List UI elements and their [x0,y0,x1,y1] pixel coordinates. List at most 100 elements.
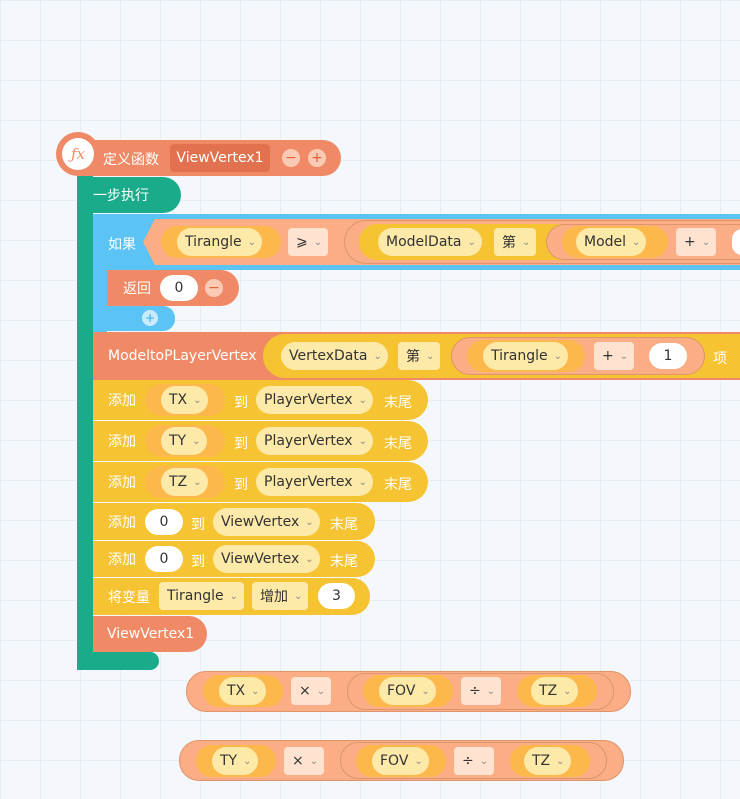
tirangle-variable-dropdown[interactable]: Tirangle ⌄ [177,228,262,256]
call-tirangle-dropdown[interactable]: Tirangle ⌄ [483,342,568,370]
call-function-name: ModeltoPLayerVertex [108,348,257,364]
step-block-spine [77,176,93,670]
add-label: 添加 [108,552,136,568]
tz-variable-dropdown[interactable]: TZ ⌄ [161,468,208,496]
chevron-down-icon: ⌄ [556,755,565,767]
chevron-down-icon: ⌄ [563,685,572,697]
return-value-input[interactable]: 0 [160,275,198,301]
fov-dropdown[interactable]: FOV ⌄ [372,747,429,775]
modeldata-list-dropdown[interactable]: ModelData ⌄ [378,228,482,256]
chevron-down-icon: ⌄ [309,755,319,767]
chevron-down-icon: ⌄ [421,685,430,697]
if-block-label: 如果 [108,237,136,253]
divide-operator-dropdown[interactable]: ÷ ⌄ [461,677,502,705]
add-label: 添加 [108,475,136,491]
plus-operator-dropdown[interactable]: + ⌄ [676,228,717,256]
return-remove-button[interactable]: − [205,279,223,297]
remove-param-button[interactable]: − [282,149,300,167]
model-variable-dropdown[interactable]: Model ⌄ [576,228,647,256]
divide-operator-dropdown[interactable]: ÷ ⌄ [454,747,495,775]
chevron-down-icon: ⌄ [193,476,202,488]
chevron-down-icon: ⌄ [229,590,238,602]
chevron-down-icon: ⌄ [305,553,314,565]
chevron-down-icon: ⌄ [414,755,423,767]
value-input[interactable]: 0 [145,509,183,535]
end-label: 末尾 [330,554,358,570]
multiply-operator-dropdown[interactable]: × ⌄ [284,747,325,775]
tz-dropdown[interactable]: TZ ⌄ [531,677,578,705]
function-name: ViewVertex1 [176,150,264,166]
if-block-foot [93,306,175,331]
chevron-down-icon: ⌄ [373,350,382,362]
ty-variable-dropdown[interactable]: TY ⌄ [161,427,207,455]
chevron-down-icon: ⌄ [358,476,367,488]
ty-dropdown[interactable]: TY ⌄ [212,747,258,775]
chevron-down-icon: ⌄ [553,350,562,362]
list-dropdown[interactable]: PlayerVertex ⌄ [256,386,373,414]
value-input[interactable]: 0 [145,546,183,572]
call-nth-dropdown[interactable]: 第 ⌄ [398,342,441,370]
to-label: 到 [234,477,248,493]
change-value-input[interactable]: 3 [318,583,355,609]
chevron-down-icon: ⌄ [193,394,202,406]
list-dropdown[interactable]: PlayerVertex ⌄ [256,468,373,496]
to-label: 到 [234,436,248,452]
step-block-label: 一步执行 [93,188,149,204]
to-label: 到 [191,554,205,570]
call-viewvertex-block[interactable]: ViewVertex1 [93,616,207,652]
chevron-down-icon: ⌄ [305,516,314,528]
vertexdata-list-dropdown[interactable]: VertexData ⌄ [281,342,388,370]
chevron-down-icon: ⌄ [701,236,711,248]
end-label: 末尾 [384,477,412,493]
chevron-down-icon: ⌄ [632,236,641,248]
chevron-down-icon: ⌄ [522,236,531,248]
list-dropdown[interactable]: ViewVertex ⌄ [213,508,320,536]
tz-dropdown[interactable]: TZ ⌄ [524,747,571,775]
call-number-input[interactable]: 1 [649,343,687,369]
to-label: 到 [191,517,205,533]
return-label: 返回 [123,281,151,297]
call-item-label: 项 [713,351,727,367]
nth-dropdown[interactable]: 第 ⌄ [494,228,537,256]
add-label: 添加 [108,514,136,531]
define-function-label: 定义函数 [103,152,159,168]
change-variable-dropdown[interactable]: Tirangle ⌄ [159,582,244,610]
chevron-down-icon: ⌄ [313,236,323,248]
chevron-down-icon: ⌄ [426,350,435,362]
chevron-down-icon: ⌄ [251,685,260,697]
list-dropdown[interactable]: PlayerVertex ⌄ [256,427,373,455]
chevron-down-icon: ⌄ [294,590,303,602]
tx-dropdown[interactable]: TX ⌄ [219,677,266,705]
multiply-operator-dropdown[interactable]: × ⌄ [291,677,332,705]
chevron-down-icon: ⌄ [619,350,629,362]
call-plus-operator-dropdown[interactable]: + ⌄ [594,342,635,370]
chevron-down-icon: ⌄ [479,755,489,767]
chevron-down-icon: ⌄ [358,394,367,406]
chevron-down-icon: ⌄ [316,685,326,697]
add-param-button[interactable]: + [308,149,326,167]
number-input-partial[interactable] [732,229,740,255]
add-label: 添加 [108,393,136,409]
chevron-down-icon: ⌄ [358,435,367,447]
chevron-down-icon: ⌄ [192,435,201,447]
step-block[interactable]: 一步执行 [77,177,181,213]
compare-operator-dropdown[interactable]: ⩾ ⌄ [288,228,329,256]
chevron-down-icon: ⌄ [467,236,476,248]
chevron-down-icon: ⌄ [243,755,252,767]
step-block-foot [77,652,159,670]
chevron-down-icon: ⌄ [247,236,256,248]
function-icon: ƒx [56,132,100,176]
tx-variable-dropdown[interactable]: TX ⌄ [161,386,208,414]
end-label: 末尾 [384,395,412,411]
to-label: 到 [234,395,248,411]
end-label: 末尾 [330,517,358,533]
list-dropdown[interactable]: ViewVertex ⌄ [213,545,320,573]
add-else-button[interactable]: + [142,310,158,326]
call-viewvertex-label: ViewVertex1 [107,626,195,642]
function-name-field[interactable]: ViewVertex1 [170,144,270,172]
add-label: 添加 [108,434,136,450]
chevron-down-icon: ⌄ [486,685,496,697]
change-op-dropdown[interactable]: 增加 ⌄ [252,582,309,610]
fov-dropdown[interactable]: FOV ⌄ [379,677,436,705]
end-label: 末尾 [384,436,412,452]
